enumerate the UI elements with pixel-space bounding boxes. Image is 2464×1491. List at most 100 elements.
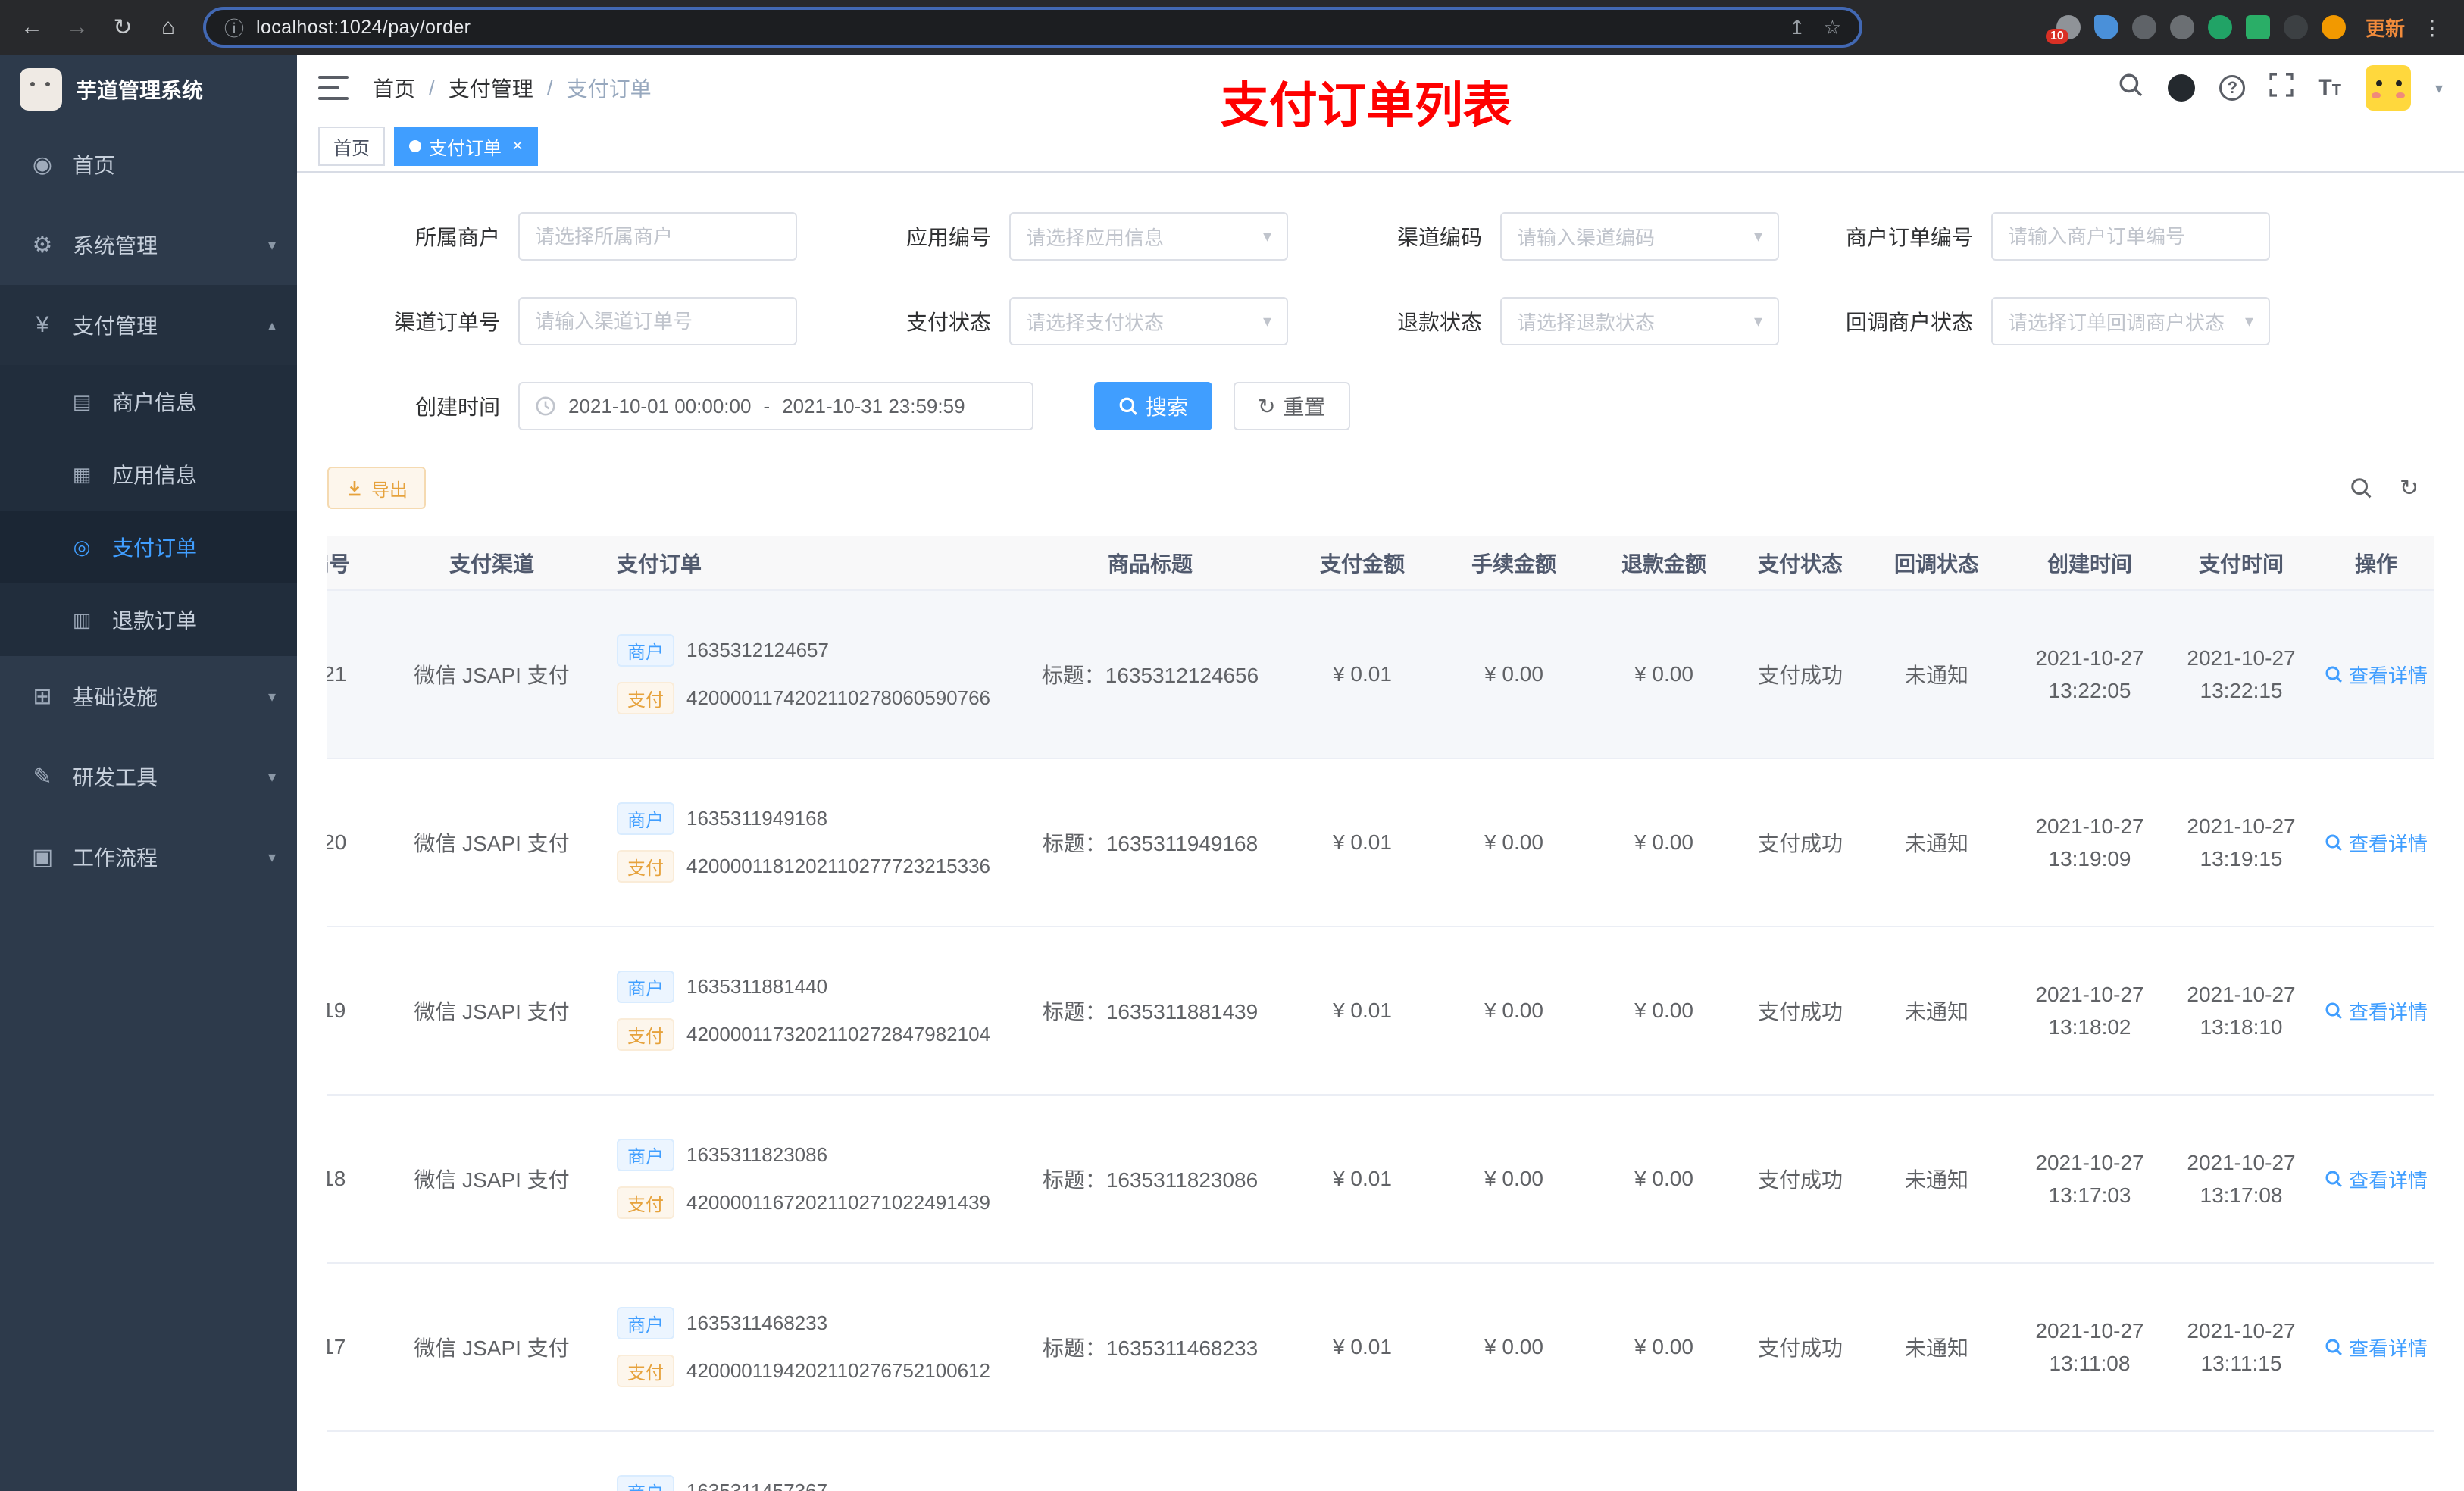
search-button[interactable]: 搜索 <box>1094 382 1213 430</box>
cell-pay-order: 商户 1635311949168 支付 42000011812021102777… <box>602 759 1006 926</box>
date-range-picker[interactable]: 2021-10-01 00:00:00 - 2021-10-31 23:59:5… <box>518 382 1033 430</box>
site-info-icon[interactable]: ⓘ <box>224 14 244 42</box>
search-icon <box>2325 1339 2342 1355</box>
cell-amount: ¥ 0.01 <box>1333 1335 1392 1358</box>
breadcrumb-home[interactable]: 首页 <box>373 73 415 103</box>
cell-notify-status: 未通知 <box>1904 664 1968 687</box>
cell-pay-time <box>2176 1432 2306 1491</box>
help-icon[interactable]: ? <box>2219 75 2246 101</box>
search-icon[interactable] <box>2118 72 2143 104</box>
cell-channel: 微信 JSAPI 支付 <box>414 1000 570 1024</box>
font-size-icon[interactable]: TT <box>2318 75 2341 101</box>
cell-create-time: 2021-10-27 13:18:02 <box>2035 982 2144 1039</box>
cell-create-time: 2021-10-27 13:19:09 <box>2035 814 2144 871</box>
back-icon[interactable]: ← <box>12 8 52 47</box>
table-row: 商户 1635311457367 支付 查看详情 <box>327 1432 2434 1491</box>
view-detail-link[interactable]: 查看详情 <box>2325 1333 2428 1361</box>
cell-notify-status: 未通知 <box>1904 1336 1968 1360</box>
breadcrumb-current: 支付订单 <box>566 77 652 101</box>
check-extension-icon[interactable] <box>2207 15 2232 39</box>
notify-status-select[interactable]: 请选择订单回调商户状态 ▾ <box>1991 297 2270 345</box>
github-icon[interactable] <box>2168 74 2196 102</box>
share-icon[interactable]: ↥ <box>1789 16 1806 39</box>
sidebar-item-system[interactable]: ⚙ 系统管理 ▾ <box>0 205 297 285</box>
tab-home[interactable]: 首页 <box>318 127 385 166</box>
sidebar-item-workflow[interactable]: ▣ 工作流程 ▾ <box>0 817 297 897</box>
monitor-icon: ⊞ <box>33 683 52 709</box>
search-icon <box>2325 666 2342 683</box>
sidebar-item-pay-order[interactable]: ◎ 支付订单 <box>0 511 297 583</box>
sidebar-item-app-info[interactable]: ▦ 应用信息 <box>0 438 297 511</box>
app-logo: 芋道管理系统 <box>0 55 297 124</box>
sidebar-item-home[interactable]: ◉ 首页 <box>0 124 297 205</box>
pay-status-select[interactable]: 请选择支付状态 ▾ <box>1009 297 1288 345</box>
table-row: 119 微信 JSAPI 支付 商户 1635311881440 支付 4200… <box>327 927 2434 1096</box>
extension-icon[interactable]: 10 <box>2045 15 2081 44</box>
app-select[interactable]: 请选择应用信息 ▾ <box>1009 212 1288 261</box>
tools-icon: ✎ <box>33 764 52 789</box>
sidebar-item-dev-tools[interactable]: ✎ 研发工具 ▾ <box>0 736 297 817</box>
merchant-tag: 商户 <box>617 1139 674 1171</box>
chevron-down-icon: ▾ <box>1262 311 1271 330</box>
user-avatar[interactable] <box>2365 65 2411 111</box>
address-bar[interactable]: ⓘ localhost:1024/pay/order ↥ ☆ <box>203 7 1862 48</box>
cell-title: 标题：1635311881439 <box>1042 1000 1259 1024</box>
cell-action: 查看详情 <box>2306 1096 2434 1262</box>
refresh-table-icon[interactable]: ↻ <box>2400 475 2419 502</box>
search-icon <box>2325 1171 2342 1187</box>
sidebar-item-payment[interactable]: ¥ 支付管理 ▴ <box>0 285 297 365</box>
cell-fee: ¥ 0.00 <box>1484 830 1543 854</box>
camera-extension-icon[interactable] <box>2169 15 2194 39</box>
channel-order-no-input[interactable] <box>518 297 797 345</box>
cell-pay-status: 支付成功 <box>1757 832 1843 855</box>
column-header: 操作 <box>2354 552 2397 576</box>
toggle-search-icon[interactable] <box>2350 477 2372 499</box>
reset-button[interactable]: ↻ 重置 <box>1234 382 1350 430</box>
column-header: 支付订单 <box>617 552 702 576</box>
tab-pay-order[interactable]: 支付订单 × <box>394 127 539 166</box>
cell-pay-status: 支付成功 <box>1757 1336 1843 1360</box>
view-detail-link[interactable]: 查看详情 <box>2325 997 2428 1025</box>
bookmark-star-icon[interactable]: ☆ <box>1824 16 1841 39</box>
browser-extensions: 10 更新 ⋮ <box>2045 14 2452 44</box>
refund-status-select[interactable]: 请选择退款状态 ▾ <box>1500 297 1779 345</box>
merchant-order-no-input[interactable] <box>1991 212 2270 261</box>
view-detail-link[interactable]: 查看详情 <box>2325 661 2428 689</box>
channel-code-select[interactable]: 请输入渠道编码 ▾ <box>1500 212 1779 261</box>
fullscreen-icon[interactable] <box>2269 73 2294 103</box>
sidebar-item-refund-order[interactable]: ▥ 退款订单 <box>0 583 297 656</box>
pay-tag: 支付 <box>617 1355 674 1387</box>
view-detail-link[interactable]: 查看详情 <box>2325 829 2428 857</box>
column-header: 支付渠道 <box>449 552 534 576</box>
export-button[interactable]: 导出 <box>327 467 426 509</box>
browser-nav-buttons: ← → ↻ ⌂ <box>12 8 188 47</box>
tab-close-icon[interactable]: × <box>512 136 523 157</box>
sidebar-toggle-icon[interactable] <box>318 76 349 100</box>
gray-extension-icon[interactable] <box>2131 15 2156 39</box>
profile-avatar-icon[interactable] <box>2321 15 2346 39</box>
url-text: localhost:1024/pay/order <box>256 16 471 38</box>
merchant-input[interactable] <box>518 212 797 261</box>
cell-channel: 微信 JSAPI 支付 <box>414 1336 570 1360</box>
browser-home-icon[interactable]: ⌂ <box>149 8 188 47</box>
chat-extension-icon[interactable] <box>2245 15 2270 39</box>
pin-extension-icon[interactable] <box>2283 15 2308 39</box>
sidebar-item-merchant-info[interactable]: ▤ 商户信息 <box>0 365 297 438</box>
chevron-down-icon: ▾ <box>267 236 276 254</box>
search-icon <box>2325 834 2342 851</box>
sidebar: 芋道管理系统 ◉ 首页 ⚙ 系统管理 ▾ ¥ 支付管理 ▴ ▤ 商户信息 ▦ 应… <box>0 55 297 1491</box>
reload-icon[interactable]: ↻ <box>103 8 142 47</box>
forward-icon[interactable]: → <box>58 8 97 47</box>
browser-update-button[interactable]: 更新 <box>2366 14 2405 42</box>
sidebar-item-infra[interactable]: ⊞ 基础设施 ▾ <box>0 656 297 736</box>
cell-create-time <box>2003 1432 2176 1491</box>
browser-menu-icon[interactable]: ⋮ <box>2422 15 2443 40</box>
cell-channel <box>382 1432 602 1491</box>
view-detail-link[interactable]: 查看详情 <box>2325 1165 2428 1193</box>
chevron-down-icon[interactable]: ▾ <box>2435 79 2443 98</box>
table-body: 121 微信 JSAPI 支付 商户 1635312124657 支付 4200… <box>327 591 2434 1491</box>
chevron-down-icon: ▾ <box>2244 311 2253 330</box>
breadcrumb-payment[interactable]: 支付管理 <box>449 73 533 103</box>
drop-extension-icon[interactable] <box>2093 15 2118 39</box>
cell-title <box>1006 1432 1294 1491</box>
